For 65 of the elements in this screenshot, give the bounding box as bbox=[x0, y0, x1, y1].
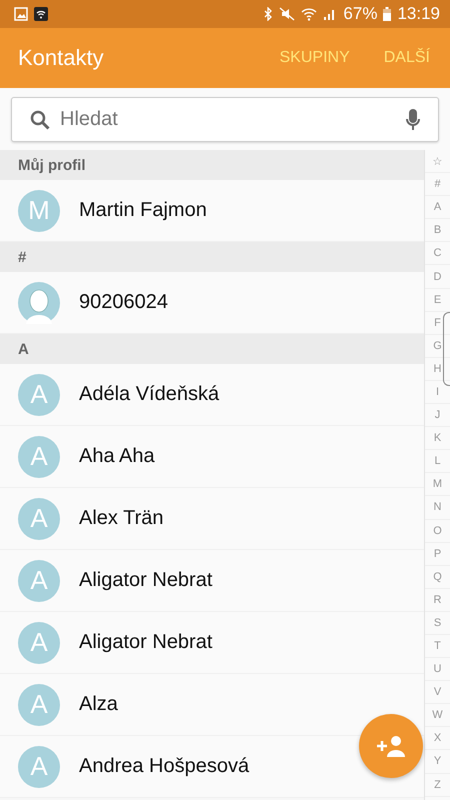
contact-name: Martin Fajmon bbox=[79, 199, 207, 222]
index-letter[interactable]: L bbox=[425, 450, 450, 474]
gallery-icon bbox=[14, 7, 28, 21]
index-letter[interactable]: R bbox=[425, 588, 450, 612]
index-letter[interactable]: H bbox=[425, 358, 450, 381]
wifi-icon bbox=[301, 7, 318, 21]
menu-action[interactable]: DALŠÍ bbox=[378, 43, 436, 73]
avatar: A bbox=[18, 746, 60, 788]
index-letter[interactable]: E bbox=[425, 288, 450, 312]
index-letter[interactable]: S bbox=[425, 612, 450, 635]
index-letter[interactable]: M bbox=[425, 473, 450, 496]
avatar: A bbox=[18, 374, 60, 416]
index-letter[interactable]: K bbox=[425, 427, 450, 450]
battery-percent: 67% bbox=[343, 4, 378, 24]
menu-action[interactable]: SKUPINY bbox=[274, 43, 356, 73]
index-letter[interactable]: T bbox=[425, 634, 450, 658]
index-letter[interactable]: V bbox=[425, 681, 450, 704]
contact-name: Aligator Nebrat bbox=[79, 569, 212, 592]
index-letter[interactable]: X bbox=[425, 727, 450, 750]
search-icon bbox=[30, 110, 50, 130]
battery-icon bbox=[383, 7, 392, 21]
contact-name: Alex Trän bbox=[79, 507, 164, 530]
index-letter[interactable]: ☆ bbox=[425, 150, 450, 174]
index-letter[interactable]: D bbox=[425, 265, 450, 289]
avatar: A bbox=[18, 684, 60, 726]
contact-name: 90206024 bbox=[79, 291, 168, 314]
section-header: # bbox=[0, 242, 424, 272]
index-letter[interactable]: I bbox=[425, 380, 450, 404]
wifi-icon bbox=[34, 7, 48, 21]
index-letter[interactable]: B bbox=[425, 219, 450, 242]
avatar: A bbox=[18, 560, 60, 602]
scroll-handle[interactable] bbox=[443, 312, 450, 386]
avatar: A bbox=[18, 498, 60, 540]
contact-name: Aha Aha bbox=[79, 445, 155, 468]
index-letter[interactable]: U bbox=[425, 658, 450, 682]
contact-name: Alza bbox=[79, 693, 118, 716]
index-letter[interactable]: P bbox=[425, 542, 450, 566]
index-letter[interactable]: A bbox=[425, 196, 450, 220]
search-bar[interactable]: Hledat bbox=[11, 97, 439, 142]
contact-name: Adéla Vídeňská bbox=[79, 383, 220, 406]
index-letter[interactable]: N bbox=[425, 496, 450, 520]
index-letter[interactable]: G bbox=[425, 334, 450, 358]
microphone-icon[interactable] bbox=[406, 108, 420, 130]
index-letter[interactable]: Q bbox=[425, 566, 450, 589]
section-header: A bbox=[0, 334, 424, 364]
contact-name: Aligator Nebrat bbox=[79, 631, 212, 654]
index-letter[interactable]: O bbox=[425, 520, 450, 543]
contact-name: Andrea Hošpesová bbox=[79, 755, 250, 778]
index-letter[interactable]: Y bbox=[425, 750, 450, 774]
index-letter[interactable]: C bbox=[425, 242, 450, 266]
app-title: Kontakty bbox=[18, 45, 104, 71]
bluetooth-icon bbox=[263, 7, 274, 21]
index-letter[interactable]: # bbox=[425, 173, 450, 196]
person-avatar-icon bbox=[18, 282, 60, 324]
index-letter[interactable]: J bbox=[425, 404, 450, 428]
avatar: M bbox=[18, 190, 60, 232]
mute-icon bbox=[279, 7, 296, 21]
index-letter[interactable]: W bbox=[425, 704, 450, 728]
avatar: A bbox=[18, 436, 60, 478]
section-header: Můj profil bbox=[0, 150, 424, 180]
add-person-icon bbox=[376, 735, 406, 757]
index-letter[interactable]: Z bbox=[425, 774, 450, 797]
clock: 13:19 bbox=[397, 4, 440, 24]
index-letter[interactable]: F bbox=[425, 312, 450, 335]
avatar: A bbox=[18, 622, 60, 664]
